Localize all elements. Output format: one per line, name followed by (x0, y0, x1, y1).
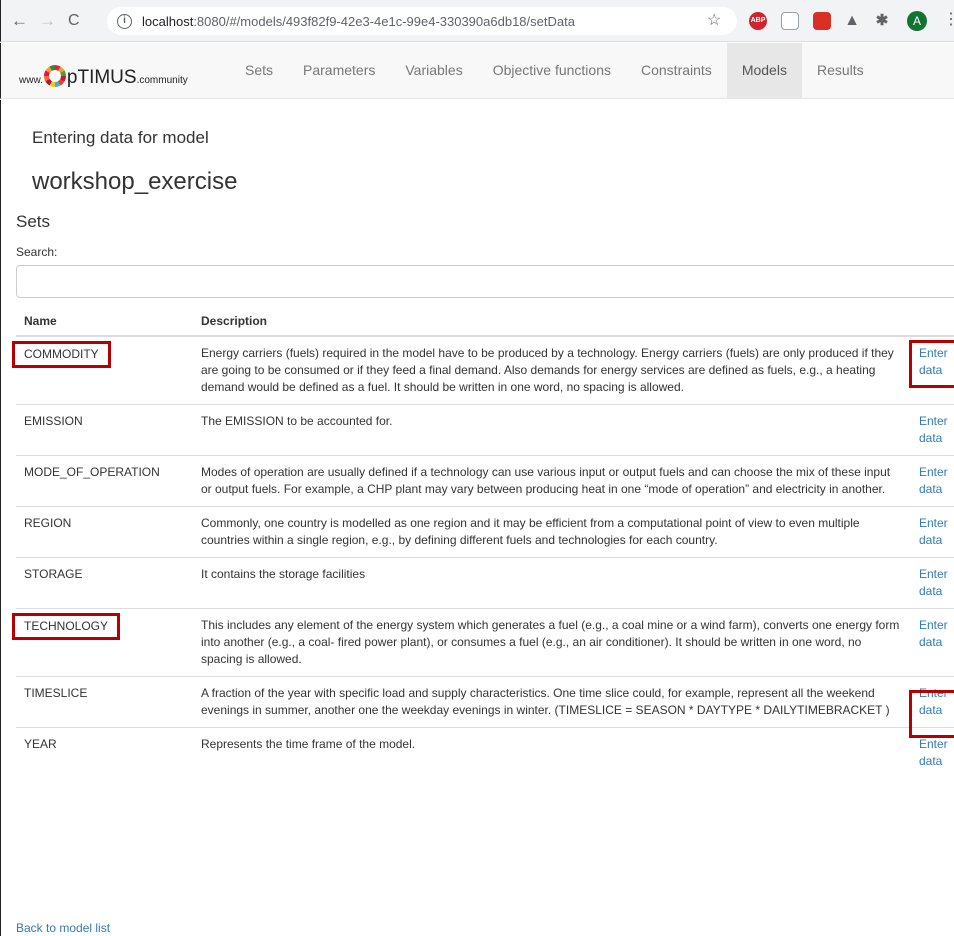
annotation-box-technology-action (909, 690, 954, 738)
table-row: MODE_OF_OPERATION Modes of operation are… (16, 455, 954, 507)
sets-heading: Sets (16, 212, 51, 231)
table-row: REGION Commonly, one country is modelled… (16, 506, 954, 558)
profile-avatar[interactable]: A (907, 11, 927, 31)
browser-toolbar: ← → C i localhost:8080/#/models/493f82f9… (0, 0, 954, 42)
nav-links: Sets Parameters Variables Objective func… (230, 43, 879, 98)
red-extension-icon[interactable] (813, 12, 831, 30)
table-row: YEAR Represents the time frame of the mo… (16, 727, 954, 778)
action-cell: Enter data (911, 506, 954, 558)
enter-data-link[interactable]: Enter data (919, 617, 954, 651)
sdg-wheel-logo-icon (43, 65, 66, 87)
action-cell: Enter data (911, 608, 954, 677)
set-name: REGION (16, 506, 193, 558)
set-name: MODE_OF_OPERATION (16, 455, 193, 507)
set-description: A fraction of the year with specific loa… (193, 676, 911, 728)
table-row: TIMESLICE A fraction of the year with sp… (16, 676, 954, 728)
drive-extension-icon[interactable]: ▲ (843, 12, 861, 30)
set-description: The EMISSION to be accounted for. (193, 404, 911, 456)
nav-models[interactable]: Models (726, 43, 802, 98)
set-name: EMISSION (16, 404, 193, 456)
brand-name: pTIMUS (66, 67, 137, 88)
set-description: Energy carriers (fuels) required in the … (193, 335, 911, 405)
enter-data-link[interactable]: Enter data (919, 413, 954, 447)
bookmark-star-icon[interactable]: ☆ (707, 10, 721, 30)
adblock-extension-icon[interactable]: ABP (749, 12, 767, 30)
annotation-box-commodity-action (909, 340, 954, 388)
sets-table: Name Description COMMODITY Energy carrie… (12, 306, 954, 778)
set-name-highlighted: TECHNOLOGY (12, 613, 121, 640)
set-description: This includes any element of the energy … (193, 608, 911, 677)
set-description: Commonly, one country is modelled as one… (193, 506, 911, 558)
address-bar[interactable]: i localhost:8080/#/models/493f82f9-42e3-… (107, 7, 737, 35)
set-name: YEAR (16, 727, 193, 778)
action-cell: Enter data (911, 557, 954, 609)
table-row: STORAGE It contains the storage faciliti… (16, 557, 954, 609)
info-icon[interactable]: i (117, 13, 132, 29)
table-row: COMMODITY Energy carriers (fuels) requir… (12, 335, 954, 405)
enter-data-link[interactable]: Enter data (919, 566, 954, 600)
search-input[interactable] (16, 265, 954, 298)
set-name-cell: COMMODITY (12, 335, 193, 405)
set-description: Modes of operation are usually defined i… (193, 455, 911, 507)
back-arrow-icon[interactable]: ← (11, 0, 28, 42)
enter-data-link[interactable]: Enter data (919, 736, 954, 770)
table-header-row: Name Description (16, 306, 954, 337)
brand-prefix: www. (19, 75, 43, 86)
page-subtitle: Entering data for model (32, 128, 209, 147)
nav-sets[interactable]: Sets (230, 43, 288, 98)
reload-icon[interactable]: C (68, 0, 80, 42)
set-name: STORAGE (16, 557, 193, 609)
set-name: TIMESLICE (16, 676, 193, 728)
brand-logo-link[interactable]: www. pTIMUS .community (19, 61, 188, 89)
nav-results[interactable]: Results (802, 43, 879, 98)
brand-suffix: .community (136, 75, 188, 86)
set-name-highlighted: COMMODITY (12, 341, 111, 368)
action-cell: Enter data (911, 455, 954, 507)
browser-menu-icon[interactable]: ⋮ (943, 9, 954, 29)
nav-objective-functions[interactable]: Objective functions (478, 43, 626, 98)
table-row: EMISSION The EMISSION to be accounted fo… (16, 404, 954, 456)
action-cell: Enter data (911, 404, 954, 456)
column-header-description[interactable]: Description (193, 306, 911, 337)
nav-variables[interactable]: Variables (390, 43, 477, 98)
main-content: Entering data for model workshop_exercis… (0, 100, 954, 936)
set-name-cell: TECHNOLOGY (12, 608, 193, 677)
table-row: TECHNOLOGY This includes any element of … (12, 608, 954, 677)
back-to-model-list-link[interactable]: Back to model list (16, 921, 110, 935)
nav-constraints[interactable]: Constraints (626, 43, 727, 98)
set-description: Represents the time frame of the model. (193, 727, 911, 778)
set-description: It contains the storage facilities (193, 557, 911, 609)
model-name-title: workshop_exercise (32, 168, 238, 195)
forward-arrow-icon[interactable]: → (39, 0, 56, 42)
url-text: localhost:8080/#/models/493f82f9-42e3-4e… (142, 13, 575, 29)
enter-data-link[interactable]: Enter data (919, 515, 954, 549)
extensions-puzzle-icon[interactable]: ✱ (873, 12, 891, 30)
document-extension-icon[interactable] (781, 12, 799, 30)
column-header-action (911, 306, 954, 337)
column-header-name[interactable]: Name (16, 306, 193, 337)
search-label: Search: (16, 245, 58, 259)
nav-parameters[interactable]: Parameters (288, 43, 390, 98)
site-navbar: www. pTIMUS .community Sets Parameters V… (0, 43, 954, 99)
enter-data-link[interactable]: Enter data (919, 464, 954, 498)
